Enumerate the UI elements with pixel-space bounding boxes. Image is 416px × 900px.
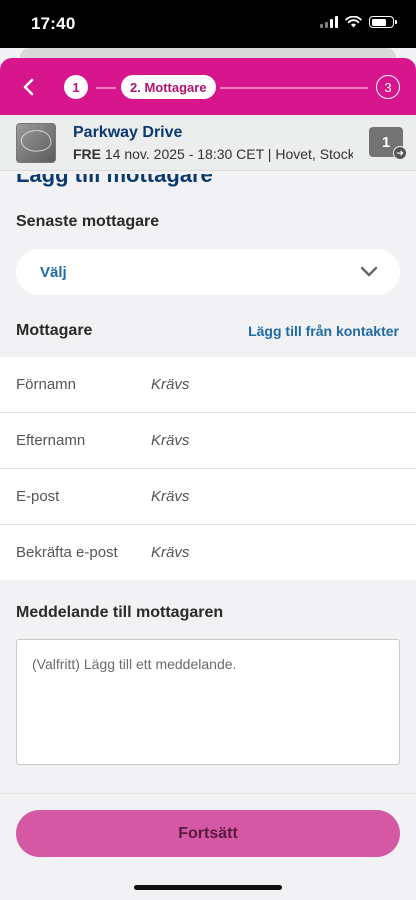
step-3-indicator: 3 (376, 75, 400, 99)
message-textarea[interactable]: (Valfritt) Lägg till ett meddelande. (16, 639, 400, 765)
field-placeholder: Krävs (151, 376, 190, 393)
step-connector (220, 87, 368, 89)
event-date: FRE 14 nov. 2025 - 18:30 CET | Hovet, St… (73, 146, 353, 162)
arrow-right-icon: ➜ (393, 146, 407, 160)
wifi-icon (345, 16, 362, 28)
status-icons (320, 16, 397, 28)
step-connector (96, 87, 116, 89)
select-value: Välj (40, 263, 67, 281)
event-day: FRE (73, 146, 101, 162)
field-label: E-post (16, 488, 60, 505)
continue-button[interactable]: Fortsätt (16, 810, 400, 857)
field-label: Förnamn (16, 376, 77, 393)
chevron-left-icon (23, 78, 34, 96)
stepper-header: 1 2. Mottagare 3 (0, 58, 416, 115)
field-placeholder: Krävs (151, 544, 190, 561)
first-name-field[interactable]: Förnamn Krävs (0, 357, 416, 413)
recipient-section-label: Mottagare (16, 322, 93, 339)
status-time: 17:40 (31, 14, 76, 33)
email-field[interactable]: E-post Krävs (0, 469, 416, 525)
chevron-down-icon (360, 266, 378, 277)
event-title: Parkway Drive (73, 124, 183, 141)
field-placeholder: Krävs (151, 488, 190, 505)
battery-icon (369, 16, 397, 28)
recipient-form: Förnamn Krävs Efternamn Krävs E-post Krä… (0, 357, 416, 580)
step-2-indicator-active: 2. Mottagare (121, 75, 216, 99)
recent-recipients-select[interactable]: Välj (16, 249, 400, 295)
event-thumbnail (16, 123, 56, 163)
confirm-email-field[interactable]: Bekräfta e-post Krävs (0, 525, 416, 580)
event-details: 14 nov. 2025 - 18:30 CET | Hovet, Stockh… (104, 146, 353, 162)
back-button[interactable] (14, 72, 44, 102)
field-label: Bekräfta e-post (16, 544, 118, 561)
status-bar: 17:40 (0, 0, 416, 48)
message-label: Meddelande till mottagaren (16, 604, 224, 621)
step-1-indicator: 1 (64, 75, 88, 99)
field-label: Efternamn (16, 432, 86, 449)
cellular-signal-icon (320, 16, 338, 28)
event-info-bar[interactable]: Parkway Drive FRE 14 nov. 2025 - 18:30 C… (0, 115, 416, 171)
field-placeholder: Krävs (151, 432, 190, 449)
recent-recipients-label: Senaste mottagare (16, 213, 160, 230)
home-indicator (134, 885, 282, 890)
last-name-field[interactable]: Efternamn Krävs (0, 413, 416, 469)
add-from-contacts-link[interactable]: Lägg till från kontakter (248, 323, 399, 339)
